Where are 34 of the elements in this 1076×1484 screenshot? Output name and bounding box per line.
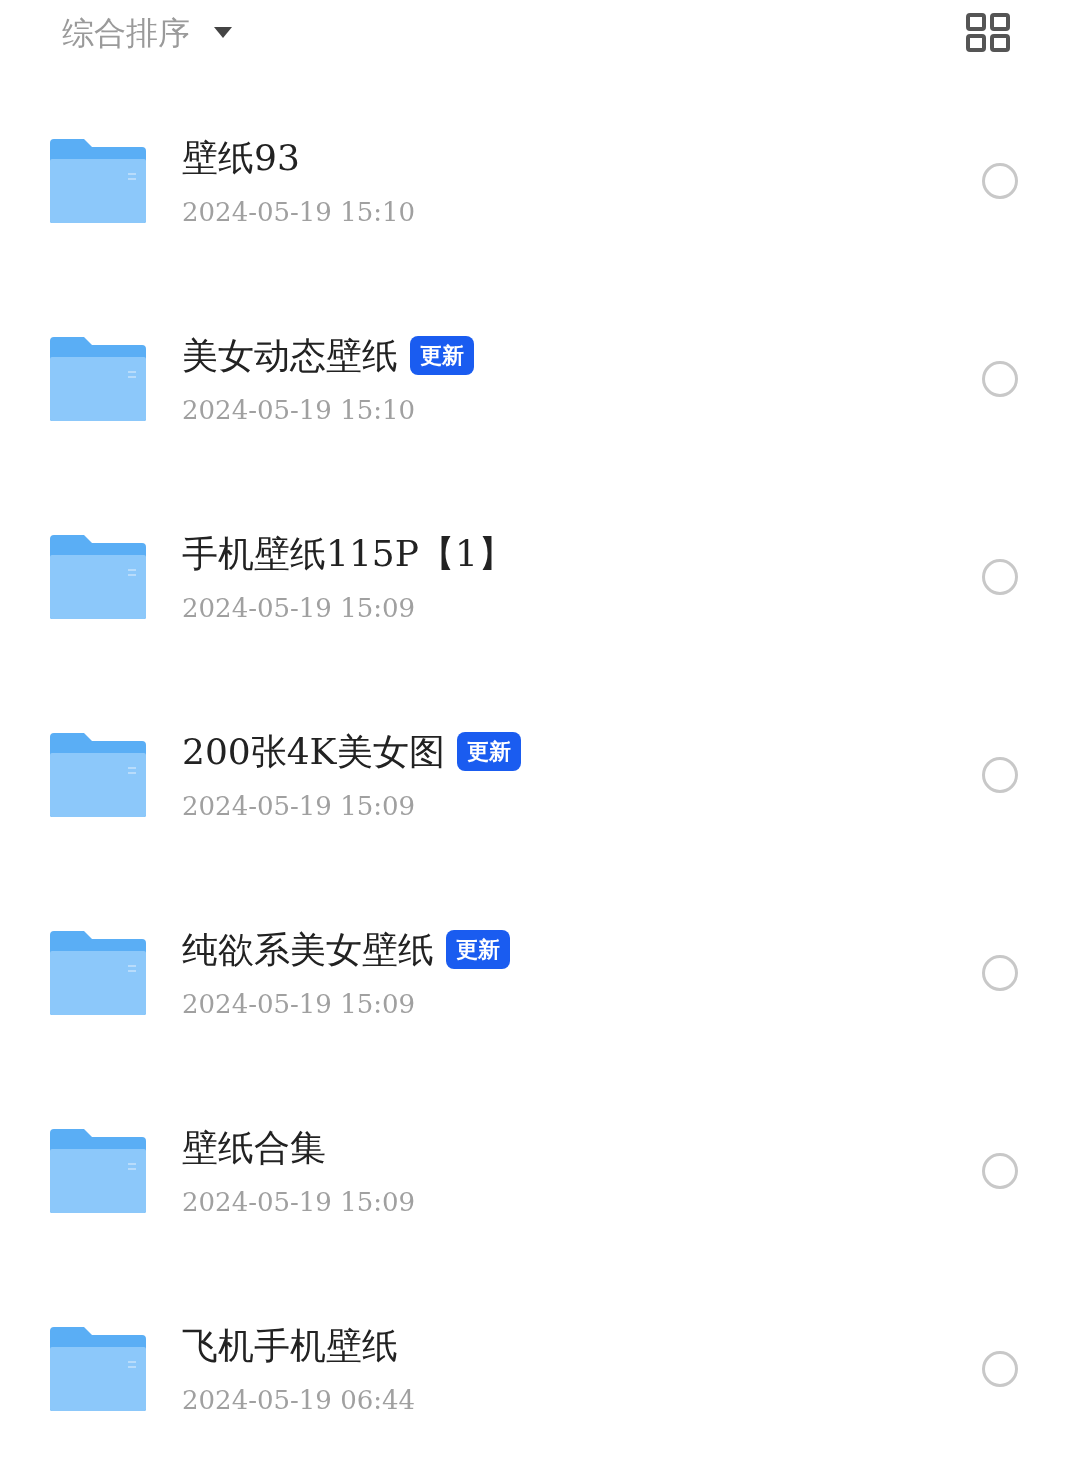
folder-name: 纯欲系美女壁纸 bbox=[182, 927, 434, 972]
modified-date: 2024-05-19 15:09 bbox=[182, 789, 417, 823]
select-radio[interactable] bbox=[982, 1153, 1018, 1189]
folder-name: 手机壁纸115P【1】 bbox=[182, 531, 514, 576]
folder-icon bbox=[48, 1127, 148, 1215]
update-badge: 更新 bbox=[456, 732, 521, 771]
folder-name: 200张4K美女图 bbox=[182, 729, 445, 774]
grid-view-icon[interactable] bbox=[966, 13, 1010, 53]
modified-date: 2024-05-19 15:09 bbox=[182, 987, 417, 1021]
modified-date: 2024-05-19 15:10 bbox=[182, 195, 417, 229]
sort-dropdown[interactable]: 综合排序 bbox=[62, 9, 232, 57]
folder-icon bbox=[48, 929, 148, 1017]
select-radio[interactable] bbox=[982, 361, 1018, 397]
folder-name: 壁纸合集 bbox=[182, 1125, 326, 1170]
select-radio[interactable] bbox=[982, 1351, 1018, 1387]
select-radio[interactable] bbox=[982, 559, 1018, 595]
folder-name: 美女动态壁纸 bbox=[182, 333, 398, 378]
update-badge: 更新 bbox=[410, 336, 474, 375]
folder-icon bbox=[48, 533, 148, 621]
modified-date: 2024-05-19 15:09 bbox=[182, 591, 417, 625]
folder-icon bbox=[48, 731, 148, 819]
modified-date: 2024-05-19 15:10 bbox=[182, 393, 417, 427]
folder-icon bbox=[48, 335, 148, 423]
select-radio[interactable] bbox=[982, 757, 1018, 793]
folder-name: 壁纸93 bbox=[182, 135, 300, 180]
modified-date: 2024-05-19 06:44 bbox=[182, 1383, 417, 1417]
update-badge: 更新 bbox=[446, 930, 510, 969]
select-radio[interactable] bbox=[982, 163, 1018, 199]
select-radio[interactable] bbox=[982, 955, 1018, 991]
modified-date: 2024-05-19 15:09 bbox=[182, 1185, 417, 1219]
caret-icon bbox=[214, 27, 232, 39]
folder-icon bbox=[48, 137, 148, 225]
folder-name: 飞机手机壁纸 bbox=[182, 1323, 398, 1368]
folder-icon bbox=[48, 1325, 148, 1413]
